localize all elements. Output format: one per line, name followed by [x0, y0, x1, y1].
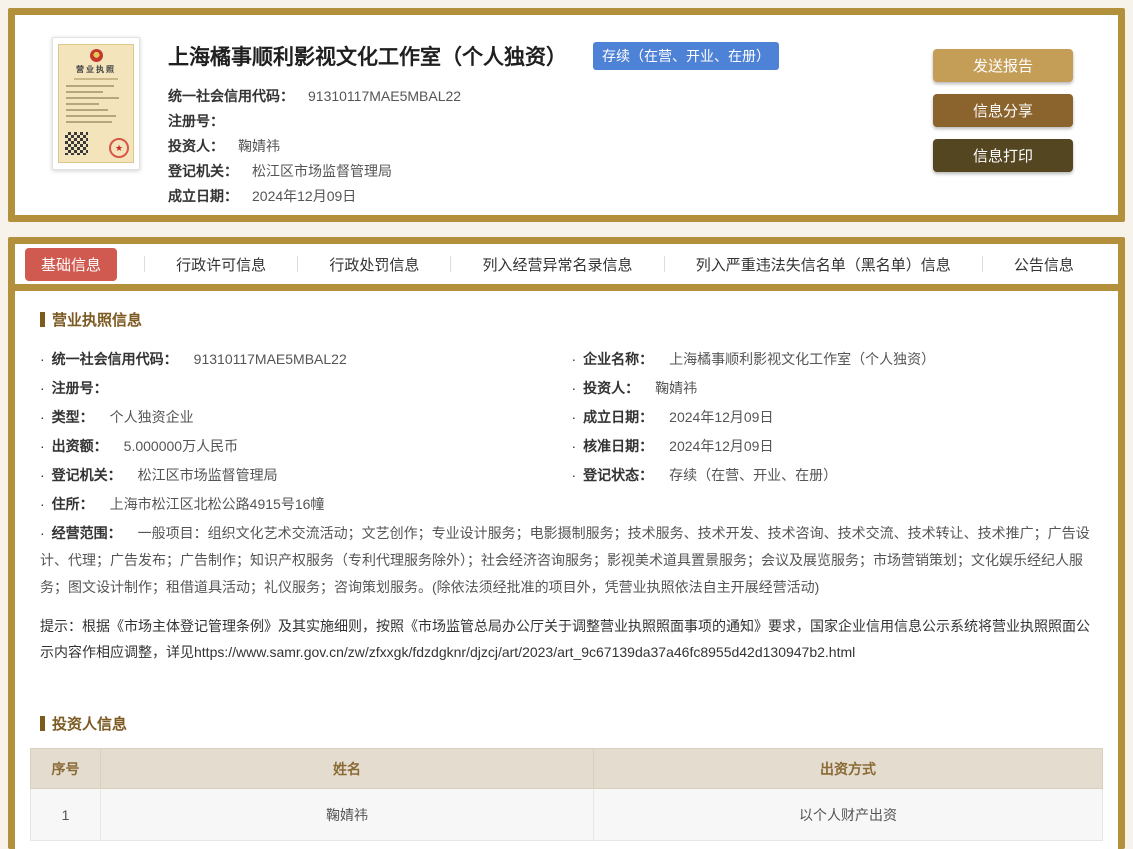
investor-section: 投资人信息 序号 姓名 出资方式 1 鞠婧祎	[30, 713, 1103, 841]
header-field-investor: 投资人： 鞠婧祎	[168, 133, 913, 158]
header-field-credit-code: 统一社会信用代码： 91310117MAE5MBAL22	[168, 83, 913, 108]
column-header-contribution: 出资方式	[594, 749, 1103, 789]
table-row: 1 鞠婧祎 以个人财产出资	[31, 789, 1103, 841]
field-approval-date: · 核准日期： 2024年12月09日	[572, 431, 1104, 460]
header-field-registry: 登记机关： 松江区市场监督管理局	[168, 158, 913, 183]
field-business-scope: ·经营范围：一般项目：组织文化艺术交流活动；文艺创作；专业设计服务；电影摄制服务…	[30, 520, 1103, 601]
tab-admin-license[interactable]: 行政许可信息	[172, 248, 270, 281]
license-title: 营业执照	[59, 64, 133, 75]
column-header-index: 序号	[31, 749, 101, 789]
tab-admin-penalty[interactable]: 行政处罚信息	[325, 248, 423, 281]
enterprise-credit-page: 营业执照 上海橘事顺利影视文化工作室（个人独资） 存续（在营、开业、在册）	[0, 0, 1133, 849]
tab-bar: 基础信息 行政许可信息 行政处罚信息 列入经营异常名录信息 列入严重违法失信名单…	[15, 244, 1118, 291]
field-investor: · 投资人： 鞠婧祎	[572, 373, 1104, 402]
header-buttons: 发送报告 信息分享 信息打印	[933, 49, 1073, 215]
tab-divider	[450, 256, 451, 272]
field-registration-status: · 登记状态： 存续（在营、开业、在册）	[572, 460, 1104, 489]
tab-abnormal-operations[interactable]: 列入经营异常名录信息	[479, 248, 637, 281]
tab-divider	[982, 256, 983, 272]
license-subtitle-line	[74, 78, 118, 80]
license-fields-left-column: · 统一社会信用代码： 91310117MAE5MBAL22 · 注册号： · …	[40, 344, 572, 489]
section-marker-bar	[40, 716, 45, 731]
tab-divider	[297, 256, 298, 272]
header-field-established: 成立日期： 2024年12月09日	[168, 183, 913, 208]
license-fields-right-column: · 企业名称： 上海橘事顺利影视文化工作室（个人独资） · 投资人： 鞠婧祎 ·…	[572, 344, 1104, 489]
license-adjustment-notice: 提示：根据《市场主体登记管理条例》及其实施细则，按照《市场监管总局办公厅关于调整…	[30, 613, 1103, 665]
tab-blacklist[interactable]: 列入严重违法失信名单（黑名单）信息	[692, 248, 955, 281]
tab-announcements[interactable]: 公告信息	[1010, 248, 1078, 281]
basic-info-content: 营业执照信息 · 统一社会信用代码： 91310117MAE5MBAL22 · …	[15, 291, 1118, 849]
field-company-name: · 企业名称： 上海橘事顺利影视文化工作室（个人独资）	[572, 344, 1104, 373]
qr-code-icon	[65, 132, 88, 155]
detail-card: 基础信息 行政许可信息 行政处罚信息 列入经营异常名录信息 列入严重违法失信名单…	[8, 237, 1125, 849]
investor-contribution-cell: 以个人财产出资	[594, 789, 1103, 841]
field-registry: · 登记机关： 松江区市场监督管理局	[40, 460, 572, 489]
field-reg-number: · 注册号：	[40, 373, 572, 402]
investor-name-cell: 鞠婧祎	[101, 789, 594, 841]
license-info-section-title: 营业执照信息	[40, 309, 1103, 330]
field-established-date: · 成立日期： 2024年12月09日	[572, 402, 1104, 431]
red-seal-icon	[109, 138, 129, 158]
field-type: · 类型： 个人独资企业	[40, 402, 572, 431]
header-field-reg-number: 注册号：	[168, 108, 913, 133]
section-marker-bar	[40, 312, 45, 327]
column-header-name: 姓名	[101, 749, 594, 789]
tab-divider	[664, 256, 665, 272]
company-header-card: 营业执照 上海橘事顺利影视文化工作室（个人独资） 存续（在营、开业、在册）	[8, 8, 1125, 222]
investor-table-header-row: 序号 姓名 出资方式	[31, 749, 1103, 789]
license-fields-grid: · 统一社会信用代码： 91310117MAE5MBAL22 · 注册号： · …	[30, 344, 1103, 489]
info-print-button[interactable]: 信息打印	[933, 139, 1073, 172]
send-report-button[interactable]: 发送报告	[933, 49, 1073, 82]
investor-index-cell: 1	[31, 789, 101, 841]
field-capital: · 出资额： 5.000000万人民币	[40, 431, 572, 460]
field-credit-code: · 统一社会信用代码： 91310117MAE5MBAL22	[40, 344, 572, 373]
status-badge: 存续（在营、开业、在册）	[593, 42, 779, 70]
license-text-lines	[59, 85, 133, 123]
header-fields: 统一社会信用代码： 91310117MAE5MBAL22 注册号： 投资人： 鞠…	[168, 83, 913, 208]
investor-table: 序号 姓名 出资方式 1 鞠婧祎 以个人财产出资	[30, 748, 1103, 841]
field-address: · 住所： 上海市松江区北松公路4915号16幢	[30, 489, 1103, 518]
tab-basic-info[interactable]: 基础信息	[25, 248, 117, 281]
investor-section-title: 投资人信息	[40, 713, 1103, 734]
company-name: 上海橘事顺利影视文化工作室（个人独资）	[168, 41, 567, 71]
info-share-button[interactable]: 信息分享	[933, 94, 1073, 127]
national-emblem-icon	[90, 49, 103, 62]
tab-divider	[144, 256, 145, 272]
business-license-image[interactable]: 营业执照	[52, 37, 140, 170]
license-paper: 营业执照	[58, 44, 134, 163]
